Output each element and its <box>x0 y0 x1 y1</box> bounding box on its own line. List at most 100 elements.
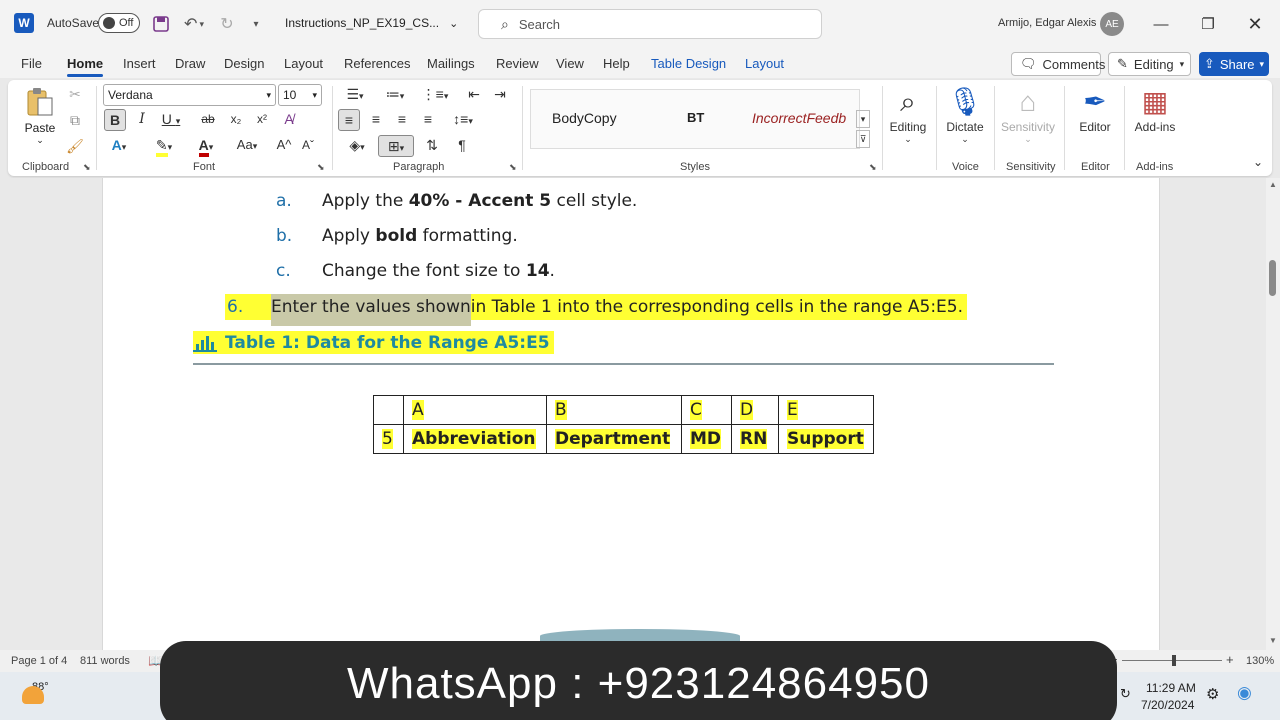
table-cell[interactable]: 5 <box>373 424 404 454</box>
bullets-icon[interactable]: ☰▾ <box>340 84 370 106</box>
editing-mode-button[interactable]: ✎ Editing ▾ <box>1108 52 1191 76</box>
style-bt[interactable]: BT <box>687 110 704 125</box>
clock-time[interactable]: 11:29 AM <box>1146 681 1196 695</box>
scrollbar-thumb[interactable] <box>1269 260 1276 296</box>
zoom-in-icon[interactable]: + <box>1226 652 1234 667</box>
subscript-button[interactable]: x₂ <box>226 109 246 131</box>
zoom-slider-knob[interactable] <box>1172 655 1176 666</box>
table-cell[interactable]: D <box>731 395 779 425</box>
multilevel-list-icon[interactable]: ⋮≡▾ <box>420 84 450 106</box>
text-effects-icon[interactable]: A▾ <box>104 135 134 157</box>
redo-icon[interactable]: ↻ <box>216 13 238 35</box>
copilot-icon[interactable]: ◉ <box>1237 683 1252 703</box>
decrease-indent-icon[interactable]: ⇤ <box>464 84 484 106</box>
show-formatting-icon[interactable]: ¶ <box>452 135 472 157</box>
search-box[interactable]: ⌕ Search <box>478 9 822 39</box>
avatar[interactable]: AE <box>1100 12 1124 36</box>
table-cell[interactable] <box>373 395 404 425</box>
comments-button[interactable]: 🗨 Comments <box>1011 52 1105 76</box>
style-incorrect-feedback[interactable]: IncorrectFeedb <box>752 110 850 126</box>
editing-button[interactable]: ⌕ Editing ⌄ <box>888 84 928 145</box>
tab-insert[interactable]: Insert <box>123 56 156 71</box>
clipboard-launcher-icon[interactable]: ⬊ <box>83 162 91 173</box>
grow-font-icon[interactable]: A^ <box>274 135 294 157</box>
font-color-icon[interactable]: A▾ <box>190 135 222 157</box>
save-icon[interactable] <box>150 13 172 35</box>
zoom-level[interactable]: 130% <box>1246 655 1274 667</box>
paste-button[interactable]: Paste ⌄ <box>22 86 58 146</box>
tab-home[interactable]: Home <box>67 56 104 77</box>
font-name-select[interactable]: Verdana ▾ <box>103 84 276 106</box>
table-cell[interactable]: B <box>546 395 682 425</box>
share-button[interactable]: ⇪ Share ▾ <box>1199 52 1269 76</box>
network-icon[interactable]: ↻ <box>1120 686 1131 702</box>
justify-button[interactable]: ≡ <box>418 109 438 131</box>
style-bodycopy[interactable]: BodyCopy <box>552 110 617 126</box>
document-title[interactable]: Instructions_NP_EX19_CS... ⌄ <box>285 16 458 30</box>
bold-button[interactable]: B <box>104 109 126 131</box>
autosave-toggle[interactable]: Off <box>98 13 140 33</box>
scroll-down-icon[interactable]: ▼ <box>1269 636 1277 645</box>
selected-text[interactable]: Enter the values shown <box>271 294 471 326</box>
clock-date[interactable]: 7/20/2024 <box>1141 698 1194 712</box>
highlight-color-icon[interactable]: ✎▾ <box>148 135 180 157</box>
customize-quick-access-icon[interactable]: ▾ <box>247 13 265 35</box>
font-size-select[interactable]: 10 ▾ <box>278 84 322 106</box>
increase-indent-icon[interactable]: ⇥ <box>490 84 510 106</box>
table-cell[interactable]: C <box>681 395 732 425</box>
table-cell[interactable]: Department <box>546 424 682 454</box>
line-spacing-icon[interactable]: ↕≡▾ <box>446 109 480 131</box>
italic-button[interactable]: I <box>132 109 152 131</box>
scroll-up-icon[interactable]: ▲ <box>1269 180 1277 189</box>
tab-file[interactable]: File <box>21 56 42 71</box>
tab-draw[interactable]: Draw <box>175 56 205 71</box>
borders-button[interactable]: ⊞▾ <box>378 135 414 157</box>
sort-icon[interactable]: ⇅ <box>422 135 442 157</box>
tab-design[interactable]: Design <box>224 56 264 71</box>
tab-help[interactable]: Help <box>603 56 630 71</box>
superscript-button[interactable]: x² <box>252 109 272 131</box>
numbering-icon[interactable]: ≔▾ <box>380 84 410 106</box>
table-cell[interactable]: Abbreviation <box>403 424 547 454</box>
copy-icon[interactable]: ⧉ <box>66 110 84 132</box>
ribbon-collapse-icon[interactable]: ⌄ <box>1250 152 1266 174</box>
styles-more-icon[interactable]: ⊽ <box>856 130 870 148</box>
font-launcher-icon[interactable]: ⬊ <box>317 162 325 173</box>
table-cell[interactable]: E <box>778 395 874 425</box>
minimize-icon[interactable]: — <box>1146 12 1176 36</box>
table-cell[interactable]: Support <box>778 424 874 454</box>
shading-icon[interactable]: ◈▾ <box>340 135 374 157</box>
table-cell[interactable]: A <box>403 395 547 425</box>
align-left-button[interactable]: ≡ <box>338 109 360 131</box>
undo-icon[interactable]: ↶ ▾ <box>180 13 208 35</box>
tab-references[interactable]: References <box>344 56 410 71</box>
table-cell[interactable]: MD <box>681 424 732 454</box>
underline-button[interactable]: U ▾ <box>156 109 186 131</box>
editor-button[interactable]: ✒ Editor <box>1072 84 1118 134</box>
strikethrough-button[interactable]: ab <box>198 109 218 131</box>
weather-icon[interactable] <box>22 686 44 704</box>
cut-icon[interactable]: ✂ <box>66 84 84 106</box>
change-case-icon[interactable]: Aa▾ <box>230 135 264 157</box>
close-icon[interactable]: ✕ <box>1240 12 1270 36</box>
align-right-button[interactable]: ≡ <box>392 109 412 131</box>
table-cell[interactable]: RN <box>731 424 779 454</box>
vertical-scrollbar[interactable]: ▲ ▼ <box>1266 178 1280 650</box>
tab-table-layout[interactable]: Layout <box>745 56 784 71</box>
add-ins-button[interactable]: ▦ Add-ins <box>1130 84 1180 134</box>
user-name[interactable]: Armijo, Edgar Alexis <box>998 17 1096 29</box>
format-painter-icon[interactable]: 🖌 <box>66 136 84 158</box>
clear-formatting-icon[interactable]: A̸ <box>278 109 300 131</box>
zoom-slider[interactable] <box>1122 655 1222 666</box>
dictate-button[interactable]: 🎙 Dictate ⌄ <box>944 84 986 145</box>
tab-mailings[interactable]: Mailings <box>427 56 475 71</box>
styles-launcher-icon[interactable]: ⬊ <box>869 162 877 173</box>
sensitivity-button[interactable]: ⌂ Sensitivity ⌄ <box>1000 84 1056 145</box>
styles-scroll-down-icon[interactable]: ▾ <box>856 110 870 128</box>
tab-view[interactable]: View <box>556 56 584 71</box>
maximize-icon[interactable]: ❐ <box>1193 12 1223 36</box>
shrink-font-icon[interactable]: Aˇ <box>298 135 318 157</box>
page-info[interactable]: Page 1 of 4 <box>11 655 67 667</box>
align-center-button[interactable]: ≡ <box>366 109 386 131</box>
tab-review[interactable]: Review <box>496 56 539 71</box>
